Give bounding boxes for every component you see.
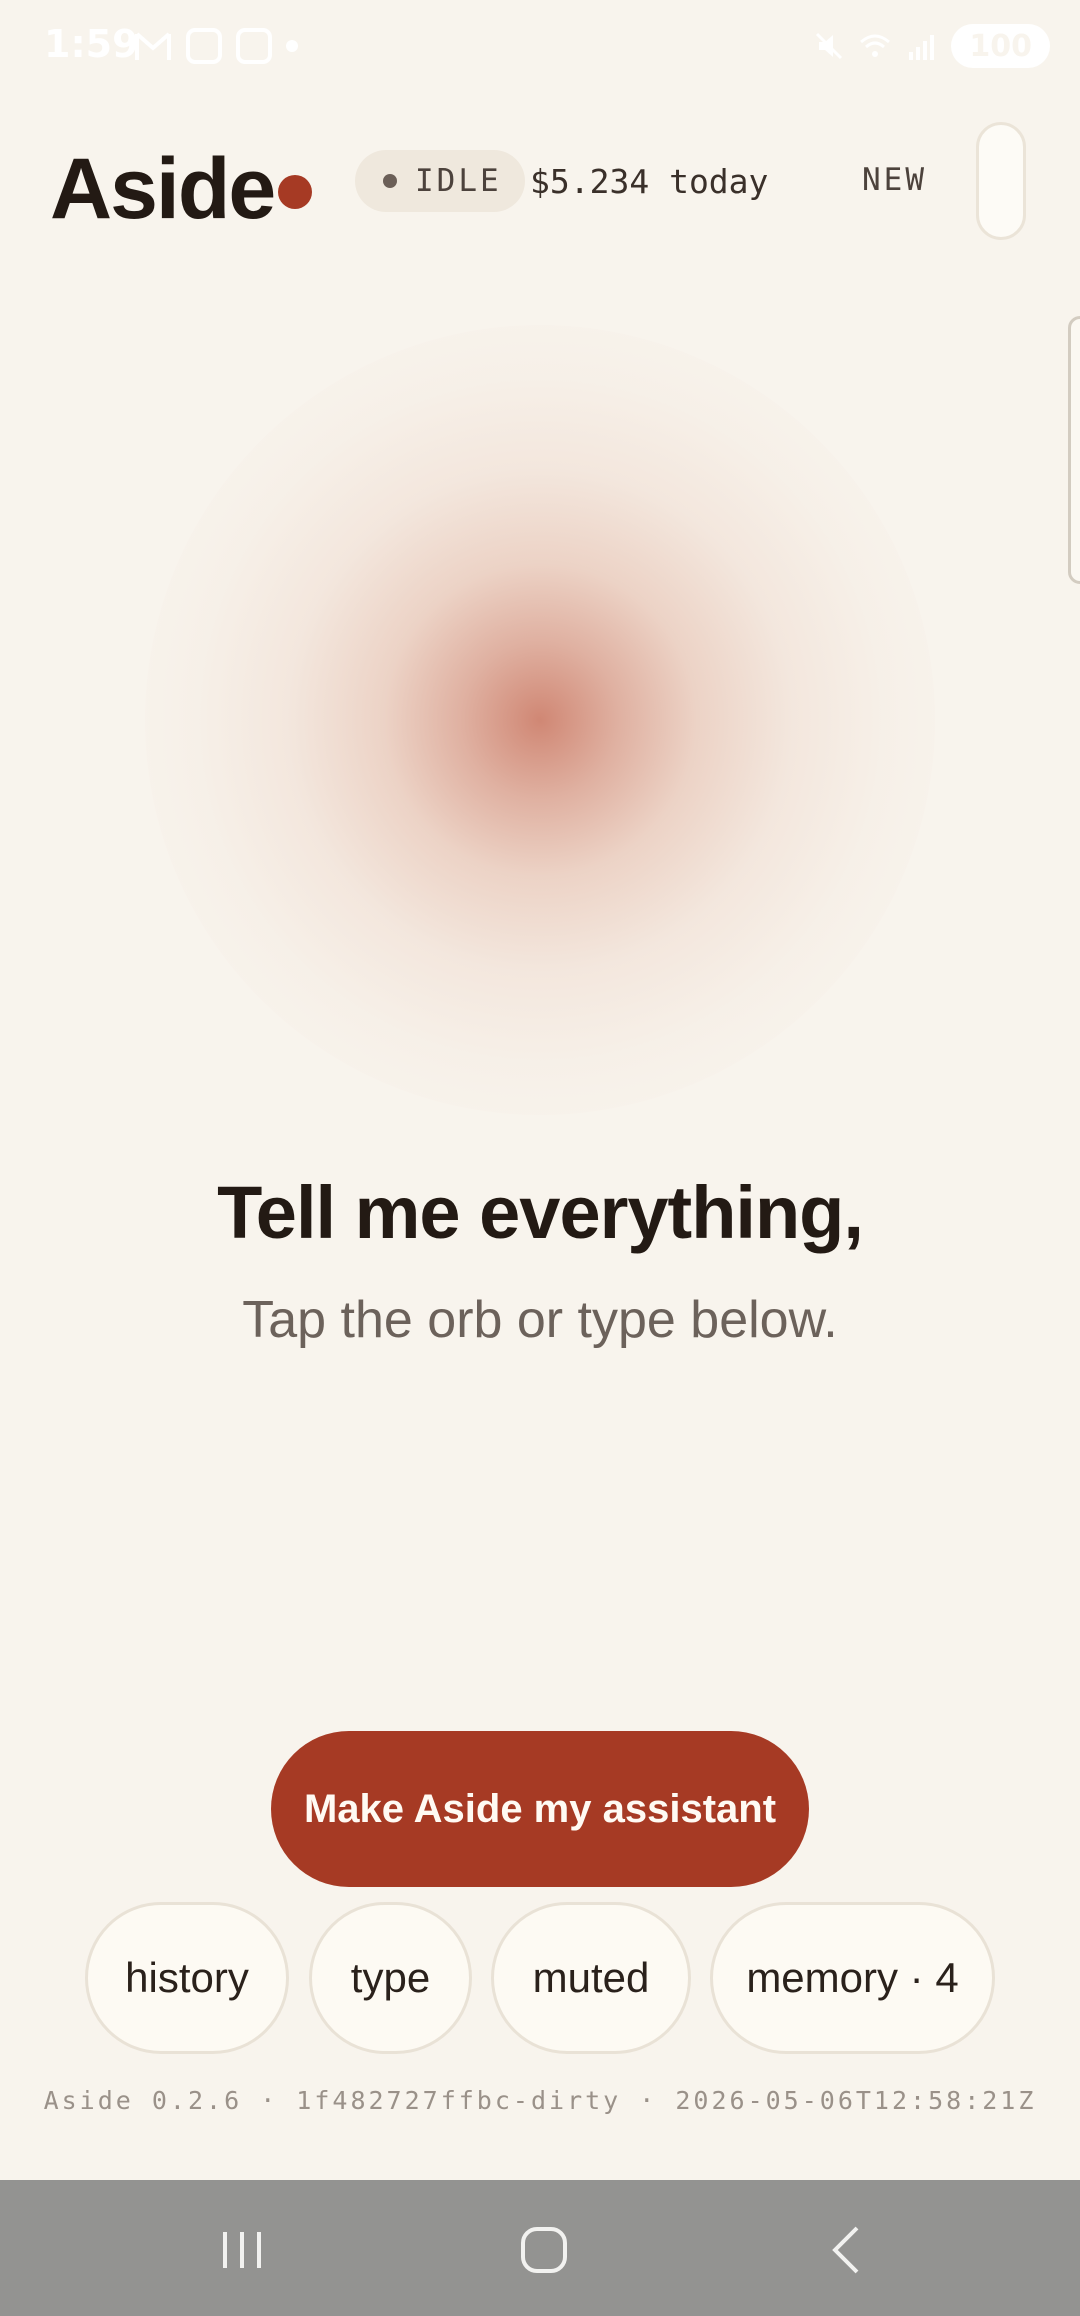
gmail-icon: [135, 32, 171, 60]
status-dot-icon: [383, 174, 397, 188]
app-header: Aside IDLE $5.234 today NEW: [0, 120, 1080, 250]
signal-icon: [909, 35, 935, 60]
notification-icons: [134, 28, 298, 64]
back-icon[interactable]: [812, 2220, 882, 2280]
system-icons: 100: [813, 24, 1050, 68]
new-button[interactable]: NEW: [862, 162, 927, 198]
side-panel-handle[interactable]: [1068, 316, 1080, 584]
menu-toggle[interactable]: [976, 122, 1026, 240]
muted-chip[interactable]: muted: [491, 1902, 691, 2054]
instagram-icon: [186, 28, 222, 64]
memory-chip[interactable]: memory · 4: [710, 1902, 995, 2054]
status-label: IDLE: [415, 163, 502, 199]
logo-dot-icon: [278, 175, 312, 209]
instagram-icon: [236, 28, 272, 64]
app-logo: Aside: [50, 141, 276, 237]
battery-level: 100: [969, 28, 1032, 64]
status-time: 1:59: [44, 22, 139, 66]
home-icon[interactable]: [509, 2220, 579, 2280]
cost-today: $5.234 today: [530, 162, 769, 201]
wifi-icon: [860, 34, 891, 57]
make-assistant-button[interactable]: Make Aside my assistant: [271, 1731, 809, 1887]
voice-orb[interactable]: [145, 325, 935, 1115]
headline: Tell me everything,: [217, 1171, 864, 1254]
subline: Tap the orb or type below.: [242, 1291, 838, 1349]
status-bar: 1:59 100: [0, 0, 1080, 95]
status-badge: IDLE: [355, 150, 525, 212]
mute-icon: [816, 32, 843, 60]
navigation-bar: [0, 2180, 1080, 2316]
battery-icon: 100: [951, 24, 1050, 68]
history-chip[interactable]: history: [85, 1902, 289, 2054]
dot-icon: [286, 40, 298, 52]
build-info: Aside 0.2.6 · 1f482727ffbc-dirty · 2026-…: [43, 2086, 1037, 2115]
recents-icon[interactable]: [207, 2220, 277, 2280]
type-chip[interactable]: type: [309, 1902, 472, 2054]
